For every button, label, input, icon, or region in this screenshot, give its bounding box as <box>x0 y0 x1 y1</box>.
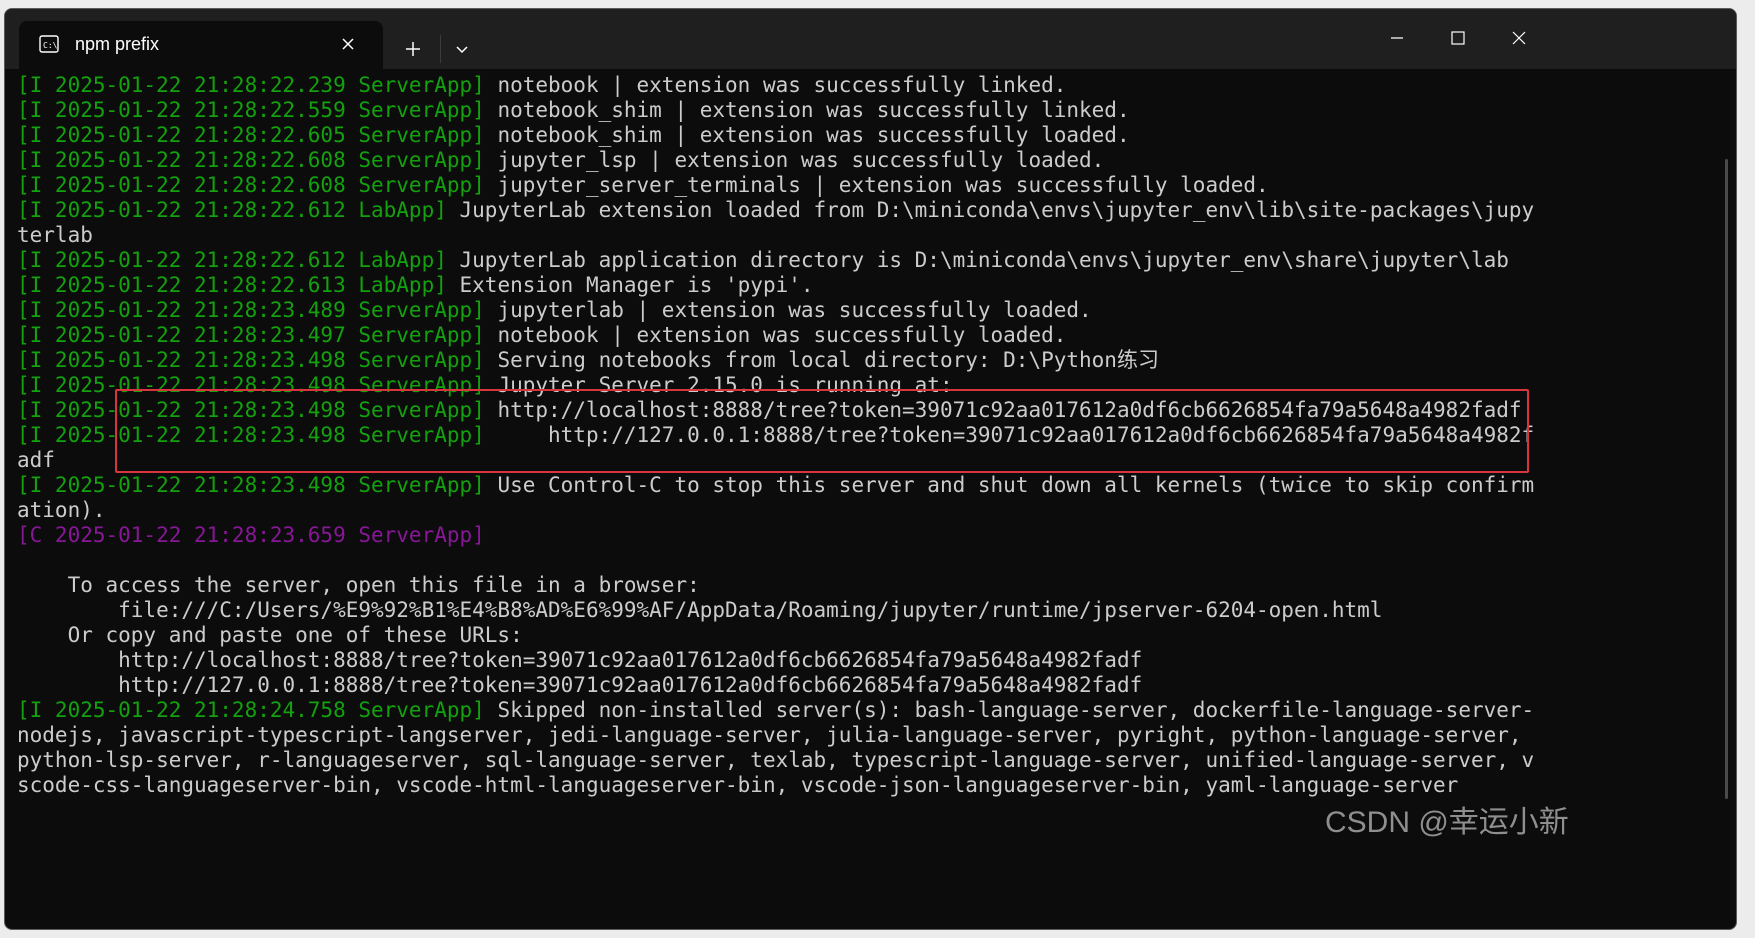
watermark: CSDN @幸运小新 <box>1325 806 1569 839</box>
log-message: notebook | extension was successfully li… <box>484 73 1067 97</box>
terminal-line: file:///C:/Users/%E9%92%B1%E4%B8%AD%E6%9… <box>17 598 1717 623</box>
log-prefix: [I 2025-01-22 21:28:23.489 ServerApp] <box>17 298 485 322</box>
log-message: notebook | extension was successfully lo… <box>484 323 1067 347</box>
terminal-line: [C 2025-01-22 21:28:23.659 ServerApp] <box>17 523 1717 548</box>
log-message: adf <box>17 448 55 472</box>
terminal-line: [I 2025-01-22 21:28:24.758 ServerApp] Sk… <box>17 698 1717 723</box>
log-prefix: [I 2025-01-22 21:28:22.239 ServerApp] <box>17 73 485 97</box>
terminal-line: Or copy and paste one of these URLs: <box>17 623 1717 648</box>
log-message: Serving notebooks from local directory: … <box>484 348 1159 372</box>
log-prefix: [I 2025-01-22 21:28:22.605 ServerApp] <box>17 123 485 147</box>
log-prefix: [I 2025-01-22 21:28:22.608 ServerApp] <box>17 148 485 172</box>
terminal-line: [I 2025-01-22 21:28:23.497 ServerApp] no… <box>17 323 1717 348</box>
terminal-line: ation). <box>17 498 1717 523</box>
log-prefix: [I 2025-01-22 21:28:22.613 LabApp] <box>17 273 447 297</box>
log-message: jupyter_lsp | extension was successfully… <box>484 148 1105 172</box>
terminal-line: python-lsp-server, r-languageserver, sql… <box>17 748 1717 773</box>
terminal-line: [I 2025-01-22 21:28:23.498 ServerApp] Se… <box>17 348 1717 373</box>
terminal-line: [I 2025-01-22 21:28:22.613 LabApp] Exten… <box>17 273 1717 298</box>
minimize-icon[interactable] <box>1380 25 1414 51</box>
log-message: JupyterLab extension loaded from D:\mini… <box>446 198 1535 222</box>
log-message: ation). <box>17 498 106 522</box>
url-highlight-box <box>115 389 1529 473</box>
tab-npm-prefix[interactable]: C:\ npm prefix <box>19 21 383 69</box>
maximize-icon[interactable] <box>1441 25 1475 51</box>
log-prefix: [I 2025-01-22 21:28:23.498 ServerApp] <box>17 348 485 372</box>
log-prefix: [I 2025-01-22 21:28:22.612 LabApp] <box>17 198 447 222</box>
log-message: http://localhost:8888/tree?token=39071c9… <box>17 648 1143 672</box>
tab-close-icon[interactable] <box>337 33 359 55</box>
terminal-line: scode-css-languageserver-bin, vscode-htm… <box>17 773 1717 798</box>
terminal-line: [I 2025-01-22 21:28:22.608 ServerApp] ju… <box>17 148 1717 173</box>
terminal-line: [I 2025-01-22 21:28:22.239 ServerApp] no… <box>17 73 1717 98</box>
chevron-down-icon[interactable] <box>451 39 473 61</box>
log-message: JupyterLab application directory is D:\m… <box>446 248 1509 272</box>
terminal-line: [I 2025-01-22 21:28:23.498 ServerApp] Us… <box>17 473 1717 498</box>
title-bar: C:\ npm prefix <box>5 9 1736 69</box>
terminal-line: [I 2025-01-22 21:28:22.612 LabApp] Jupyt… <box>17 248 1717 273</box>
log-message: scode-css-languageserver-bin, vscode-htm… <box>17 773 1459 797</box>
close-icon[interactable] <box>1502 25 1536 51</box>
log-prefix: [I 2025-01-22 21:28:24.758 ServerApp] <box>17 698 485 722</box>
log-message: Extension Manager is 'pypi'. <box>446 273 814 297</box>
log-prefix: [I 2025-01-22 21:28:22.608 ServerApp] <box>17 173 485 197</box>
log-message: terlab <box>17 223 93 247</box>
log-message: python-lsp-server, r-languageserver, sql… <box>17 748 1535 772</box>
log-message: To access the server, open this file in … <box>17 573 700 597</box>
terminal-window: C:\ npm prefix [I 2025-01-22 21:28:22.23… <box>4 8 1737 930</box>
terminal-line: [I 2025-01-22 21:28:22.605 ServerApp] no… <box>17 123 1717 148</box>
terminal-line: [I 2025-01-22 21:28:22.608 ServerApp] ju… <box>17 173 1717 198</box>
terminal-line: http://127.0.0.1:8888/tree?token=39071c9… <box>17 673 1717 698</box>
log-prefix: [I 2025-01-22 21:28:22.612 LabApp] <box>17 248 447 272</box>
log-message: notebook_shim | extension was successful… <box>484 123 1130 147</box>
new-tab-plus-icon[interactable] <box>401 37 425 61</box>
tab-separator <box>440 35 441 63</box>
terminal-line: [I 2025-01-22 21:28:23.489 ServerApp] ju… <box>17 298 1717 323</box>
log-message: http://127.0.0.1:8888/tree?token=39071c9… <box>17 673 1143 697</box>
terminal-line: [I 2025-01-22 21:28:22.559 ServerApp] no… <box>17 98 1717 123</box>
log-prefix: [I 2025-01-22 21:28:22.559 ServerApp] <box>17 98 485 122</box>
tab-title: npm prefix <box>75 34 160 54</box>
log-prefix: [I 2025-01-22 21:28:23.497 ServerApp] <box>17 323 485 347</box>
terminal-line: http://localhost:8888/tree?token=39071c9… <box>17 648 1717 673</box>
svg-text:C:\: C:\ <box>43 41 58 50</box>
log-prefix: [C 2025-01-22 21:28:23.659 ServerApp] <box>17 523 485 547</box>
terminal-line: terlab <box>17 223 1717 248</box>
terminal-line: nodejs, javascript-typescript-langserver… <box>17 723 1717 748</box>
terminal-line: To access the server, open this file in … <box>17 573 1717 598</box>
terminal-icon: C:\ <box>39 35 59 53</box>
log-message: nodejs, javascript-typescript-langserver… <box>17 723 1522 747</box>
log-message: Skipped non-installed server(s): bash-la… <box>484 698 1535 722</box>
log-message: jupyterlab | extension was successfully … <box>484 298 1092 322</box>
log-message: file:///C:/Users/%E9%92%B1%E4%B8%AD%E6%9… <box>17 598 1383 622</box>
terminal-line: [I 2025-01-22 21:28:22.612 LabApp] Jupyt… <box>17 198 1717 223</box>
log-message: Use Control-C to stop this server and sh… <box>484 473 1535 497</box>
log-message: notebook_shim | extension was successful… <box>484 98 1130 122</box>
log-message: Or copy and paste one of these URLs: <box>17 623 523 647</box>
log-message: jupyter_server_terminals | extension was… <box>484 173 1269 197</box>
scrollbar[interactable] <box>1725 159 1728 799</box>
log-prefix: [I 2025-01-22 21:28:23.498 ServerApp] <box>17 473 485 497</box>
